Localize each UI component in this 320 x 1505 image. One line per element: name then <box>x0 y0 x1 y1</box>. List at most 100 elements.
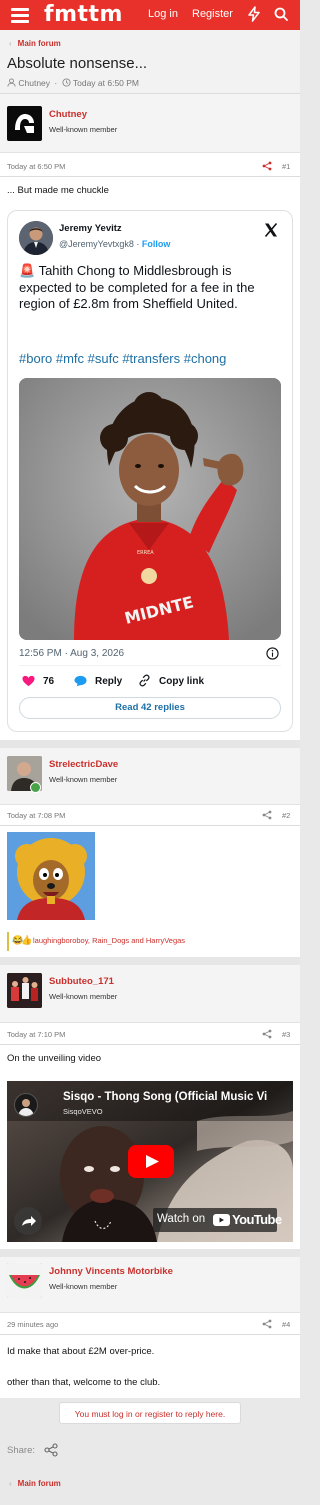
user-role: Well-known member <box>49 1282 118 1291</box>
thread-meta: Chutney · Today at 6:50 PM <box>7 78 139 88</box>
tweet-timestamp[interactable]: 12:56 PM · Aug 3, 2026 <box>19 648 124 659</box>
post-1-userbar: Chutney Well-known member <box>0 94 300 153</box>
post-author[interactable]: Subbuteo_171 <box>49 976 114 987</box>
post-time[interactable]: 29 minutes ago <box>7 1320 58 1329</box>
post-3-userbar: Subbuteo_171 Well-known member <box>0 965 300 1023</box>
post-author[interactable]: StrelectricDave <box>49 759 118 770</box>
breadcrumb-label[interactable]: Main forum <box>18 1479 61 1488</box>
youtube-play-icon[interactable] <box>128 1145 174 1178</box>
post-author[interactable]: Chutney <box>49 109 87 120</box>
avatar[interactable] <box>7 106 42 141</box>
post-2-userbar: StrelectricDave Well-known member <box>0 748 300 805</box>
bolt-icon[interactable] <box>246 6 262 22</box>
page-title: Absolute nonsense... <box>7 55 148 72</box>
video-channel[interactable]: SisqoVEVO <box>63 1107 103 1116</box>
avatar[interactable] <box>7 973 42 1008</box>
tweet-handle[interactable]: @JeremyYevtxgk8 <box>59 239 134 249</box>
link-icon[interactable] <box>138 674 151 687</box>
share-label: Share: <box>7 1445 35 1456</box>
tweet-embed[interactable]: Jeremy Yevitz @JeremyYevtxgk8 · Follow 🚨… <box>7 210 293 732</box>
follow-button[interactable]: Follow <box>142 239 171 249</box>
share-icon[interactable] <box>262 1029 272 1039</box>
post-time[interactable]: Today at 7:08 PM <box>7 811 65 820</box>
search-icon[interactable] <box>273 6 289 22</box>
user-icon <box>7 78 16 87</box>
avatar[interactable] <box>7 1263 42 1298</box>
share-icon[interactable] <box>262 1319 272 1329</box>
menu-icon[interactable] <box>11 8 29 23</box>
post-separator <box>0 740 300 748</box>
post-time[interactable]: Today at 7:10 PM <box>7 1030 65 1039</box>
watermelon-icon <box>7 1263 42 1298</box>
reaction-users[interactable]: laughingboroboy, Rain_Dogs and HarryVega… <box>33 936 185 945</box>
youtube-embed[interactable]: Sisqo - Thong Song (Official Music Vi Si… <box>7 1081 293 1242</box>
post-text-line-1: Id make that about £2M over-price. <box>7 1346 155 1357</box>
reply-button[interactable]: Reply <box>95 676 122 687</box>
post-number[interactable]: #2 <box>282 811 290 820</box>
person-photo-icon <box>19 221 53 255</box>
watch-on-label: Watch on <box>157 1213 206 1225</box>
share-icon[interactable] <box>262 161 272 171</box>
channel-avatar[interactable] <box>14 1093 38 1117</box>
divider <box>0 1334 300 1335</box>
post-time[interactable]: Today at 6:50 PM <box>7 162 65 171</box>
breadcrumb-label[interactable]: Main forum <box>18 39 61 48</box>
clock-icon <box>62 78 71 87</box>
share-video-button[interactable] <box>14 1207 42 1235</box>
like-count[interactable]: 76 <box>43 676 54 687</box>
chevron-left-icon: ‹ <box>9 39 12 48</box>
post-text: On the unveiling video <box>7 1053 102 1064</box>
reply-bubble-icon[interactable] <box>74 675 87 687</box>
reactions-bar[interactable]: 😂 👍 laughingboroboy, Rain_Dogs and Harry… <box>7 932 295 951</box>
thread-date[interactable]: Today at 6:50 PM <box>73 78 139 88</box>
post-text: ... But made me chuckle <box>7 185 109 196</box>
youtube-brand: YouTube <box>232 1212 282 1227</box>
player-photo: ERREA MIDNTE <box>19 378 281 640</box>
register-link[interactable]: Register <box>192 8 233 21</box>
login-link[interactable]: Log in <box>148 8 178 21</box>
subbuteo-photo-icon <box>7 973 42 1008</box>
divider <box>0 1044 300 1045</box>
aphex-logo-icon <box>15 114 34 133</box>
post-author[interactable]: Johnny Vincents Motorbike <box>49 1266 173 1277</box>
user-role: Well-known member <box>49 775 118 784</box>
video-title[interactable]: Sisqo - Thong Song (Official Music Vi <box>63 1091 291 1103</box>
tweet-avatar[interactable] <box>19 221 53 255</box>
info-icon[interactable] <box>266 647 279 660</box>
user-role: Well-known member <box>49 992 118 1001</box>
post-4-userbar: Johnny Vincents Motorbike Well-known mem… <box>0 1257 300 1313</box>
x-logo-icon[interactable] <box>263 222 279 238</box>
divider <box>0 176 300 177</box>
online-status-icon <box>30 782 41 793</box>
post-number[interactable]: #1 <box>282 162 290 171</box>
tweet-handle-line: @JeremyYevtxgk8 · Follow <box>59 239 171 249</box>
heart-icon[interactable] <box>22 675 35 687</box>
post-image[interactable] <box>7 832 95 920</box>
breadcrumb-bottom[interactable]: ‹ Main forum <box>9 1479 61 1488</box>
post-text-line-2: other than that, welcome to the club. <box>7 1377 161 1388</box>
tweet-text: 🚨 Tahith Chong to Middlesbrough is expec… <box>19 263 255 311</box>
post-separator <box>0 957 300 965</box>
thread-author[interactable]: Chutney <box>18 78 50 88</box>
share-icon[interactable] <box>44 1443 58 1457</box>
watch-on-youtube-button[interactable]: Watch on YouTube <box>153 1208 282 1232</box>
site-logo[interactable]: fmttm <box>44 2 123 28</box>
share-icon[interactable] <box>262 810 272 820</box>
post-number[interactable]: #4 <box>282 1320 290 1329</box>
tweet-author-name[interactable]: Jeremy Yevitz <box>59 223 122 234</box>
thread-header: ‹ Main forum Absolute nonsense... Chutney… <box>0 30 300 94</box>
chevron-left-icon: ‹ <box>9 1479 12 1488</box>
post-number[interactable]: #3 <box>282 1030 290 1039</box>
user-role: Well-known member <box>49 125 118 134</box>
like-reaction-icon: 👍 <box>21 935 33 945</box>
divider <box>19 665 281 666</box>
tweet-photo[interactable]: ERREA MIDNTE <box>19 378 281 640</box>
read-replies-button[interactable]: Read 42 replies <box>19 697 281 719</box>
copy-link-button[interactable]: Copy link <box>159 676 204 687</box>
breadcrumb[interactable]: ‹ Main forum <box>9 39 61 48</box>
share-arrow-icon <box>22 1216 36 1226</box>
login-to-reply-button[interactable]: You must log in or register to reply her… <box>59 1402 241 1424</box>
top-header: fmttm Log in Register <box>0 0 300 30</box>
cartoon-image <box>7 832 95 920</box>
tweet-hashtags[interactable]: #boro #mfc #sufc #transfers #chong <box>19 351 226 366</box>
